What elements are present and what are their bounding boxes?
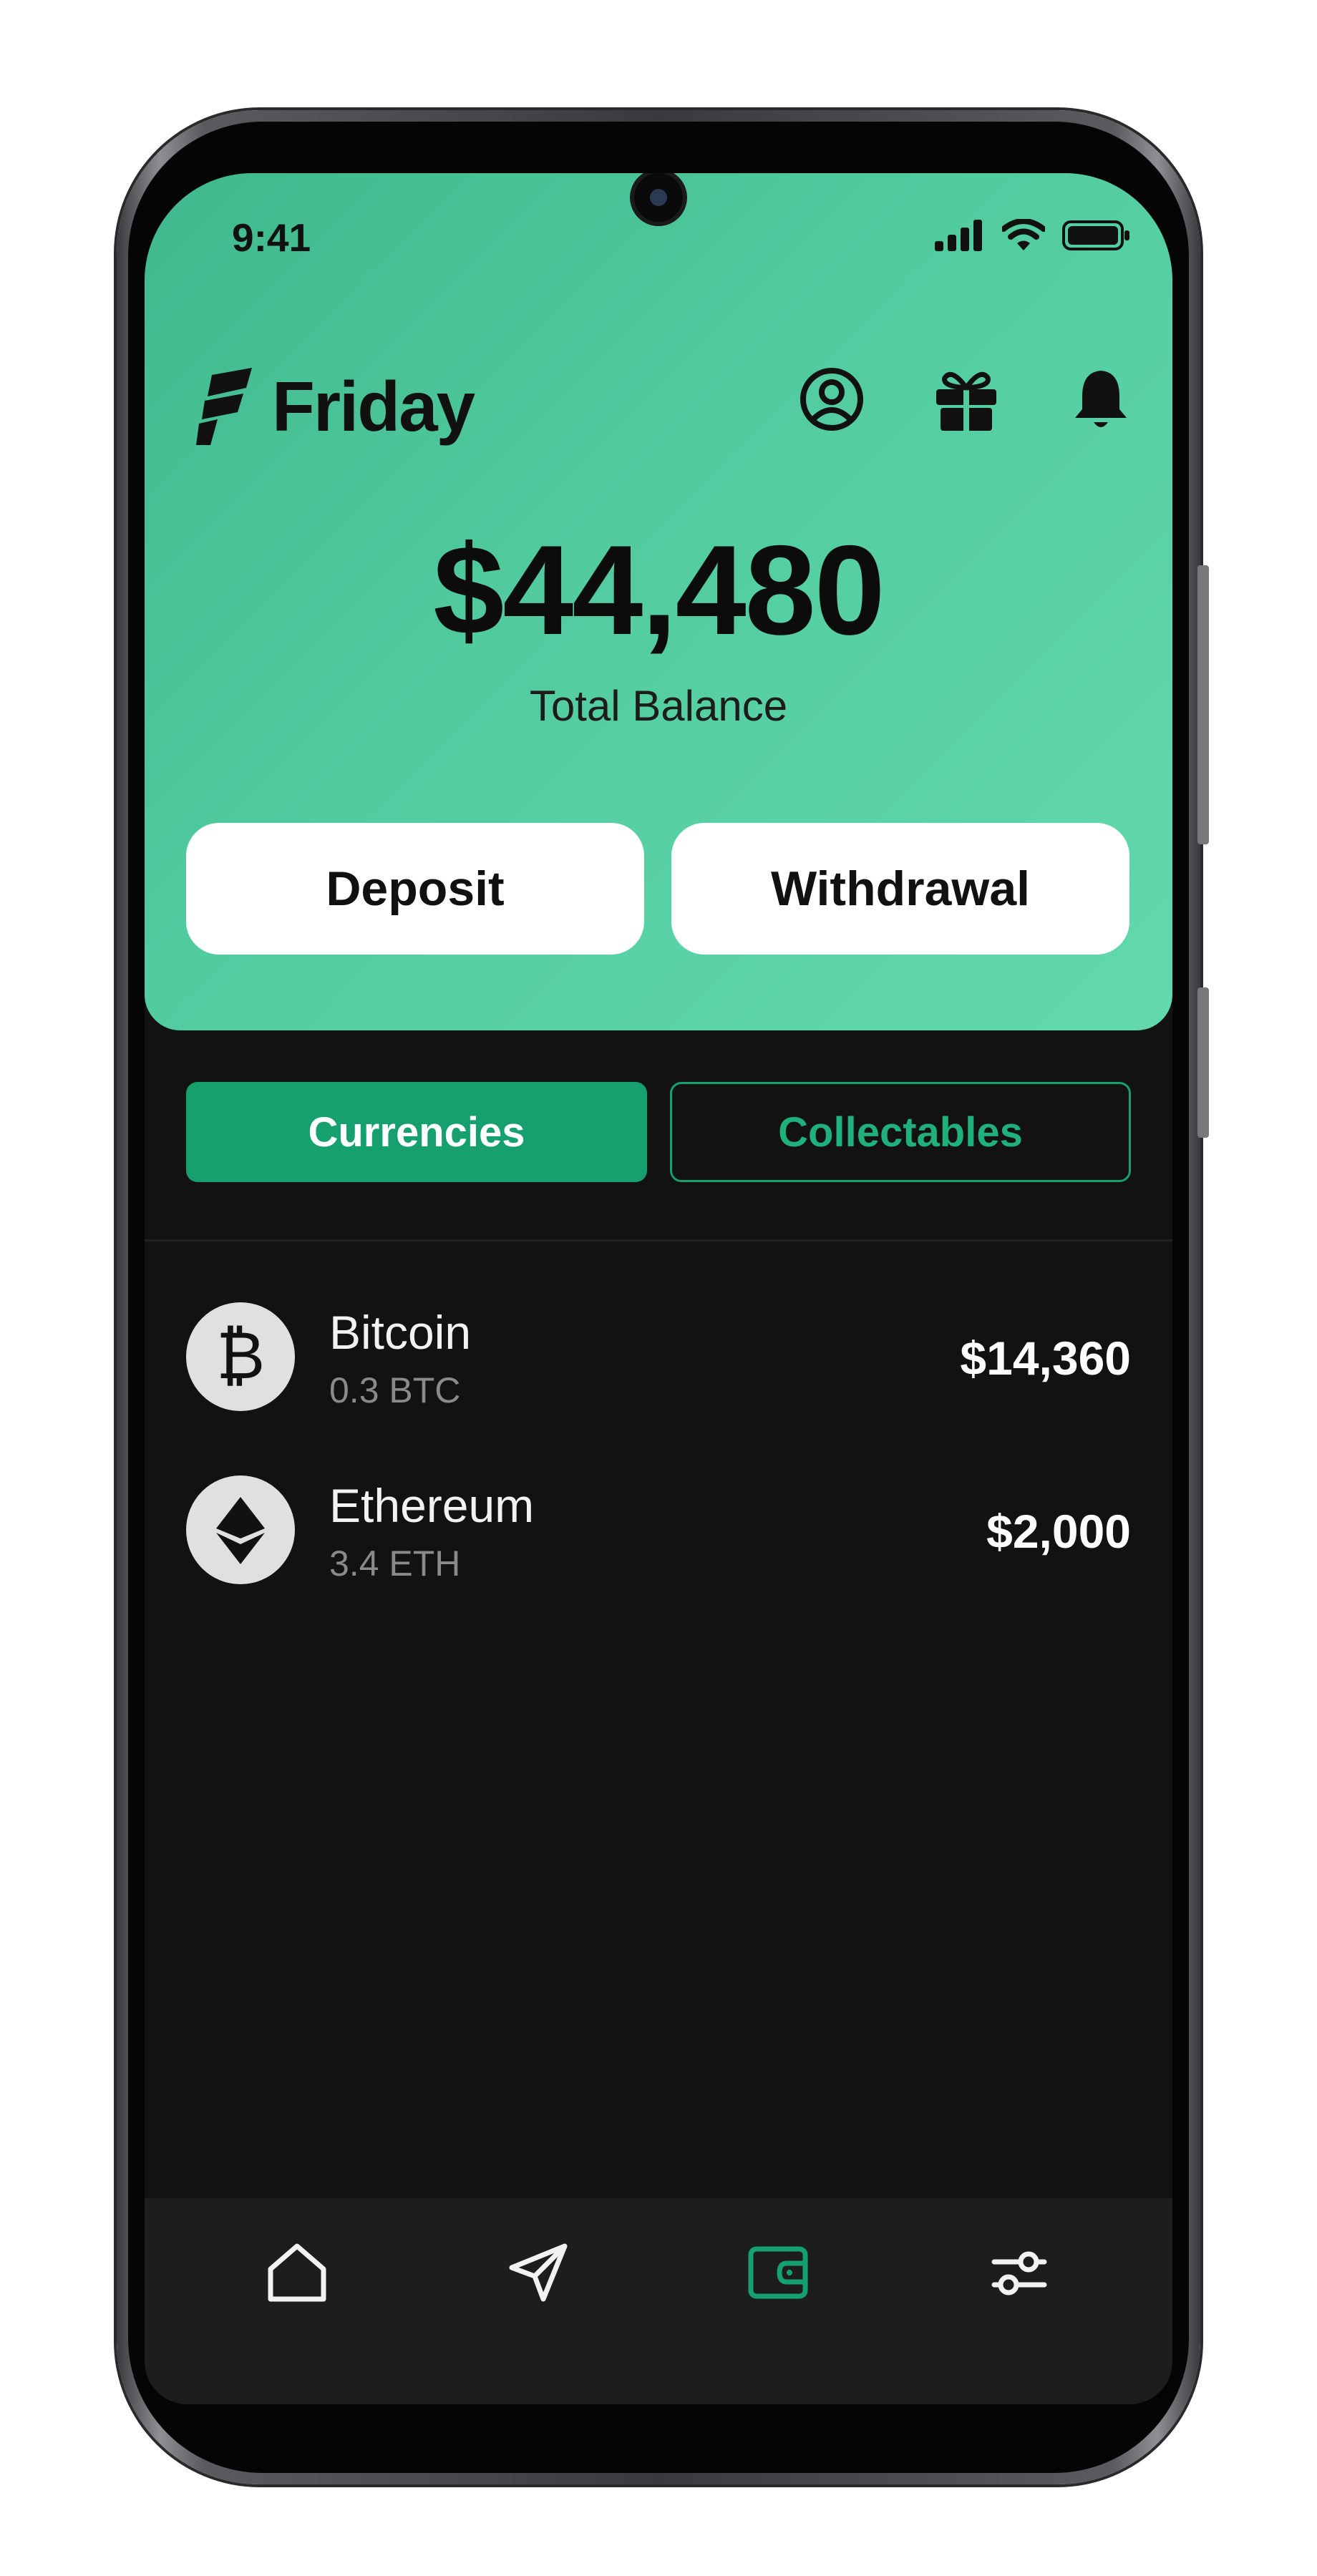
nav-settings[interactable] [983,2237,1055,2308]
status-time: 9:41 [232,215,311,260]
ethereum-icon [186,1475,295,1584]
withdrawal-button[interactable]: Withdrawal [671,823,1129,955]
asset-amount: 3.4 ETH [329,1543,461,1584]
header-panel: 9:41 Friday $44,480 Total Balance Deposi… [145,173,1172,1030]
deposit-button[interactable]: Deposit [186,823,644,955]
tab-currencies[interactable]: Currencies [186,1082,647,1182]
total-balance-amount: $44,480 [433,519,885,661]
home-icon [268,2243,326,2302]
signal-icon [935,220,982,251]
bitcoin-icon: ₿ [186,1302,295,1411]
asset-amount: 0.3 BTC [329,1370,461,1410]
wifi-icon [1002,219,1045,250]
asset-name: Ethereum [329,1479,535,1532]
asset-value: $2,000 [986,1505,1131,1558]
nav-wallet[interactable] [743,2237,815,2308]
friday-logo-icon [196,367,252,445]
battery-icon [1062,220,1129,250]
divider [145,1239,1172,1241]
bell-icon[interactable] [1066,365,1135,434]
status-icons [935,218,1131,253]
front-camera [634,173,683,222]
tab-collectables[interactable]: Collectables [670,1082,1131,1182]
app-screen: 9:41 Friday $44,480 Total Balance Deposi… [145,173,1172,2404]
settings-sliders-icon [991,2251,1047,2296]
nav-home[interactable] [261,2237,333,2308]
asset-name: Bitcoin [329,1306,472,1359]
asset-row-bitcoin[interactable]: ₿ Bitcoin 0.3 BTC $14,360 [186,1302,1131,1417]
svg-text:₿: ₿ [216,1321,265,1392]
total-balance-label: Total Balance [529,682,788,730]
brand-name: Friday [272,367,475,446]
power-button [1197,565,1209,844]
nav-send[interactable] [502,2237,574,2308]
bottom-nav [145,2198,1172,2404]
gift-icon[interactable] [932,365,1001,434]
volume-button [1197,987,1209,1138]
wallet-icon [748,2246,808,2299]
asset-value: $14,360 [960,1332,1131,1385]
asset-row-ethereum[interactable]: Ethereum 3.4 ETH $2,000 [186,1475,1131,1590]
send-icon [509,2243,568,2302]
profile-icon[interactable] [797,365,866,434]
brand-logo: Friday [196,366,475,447]
